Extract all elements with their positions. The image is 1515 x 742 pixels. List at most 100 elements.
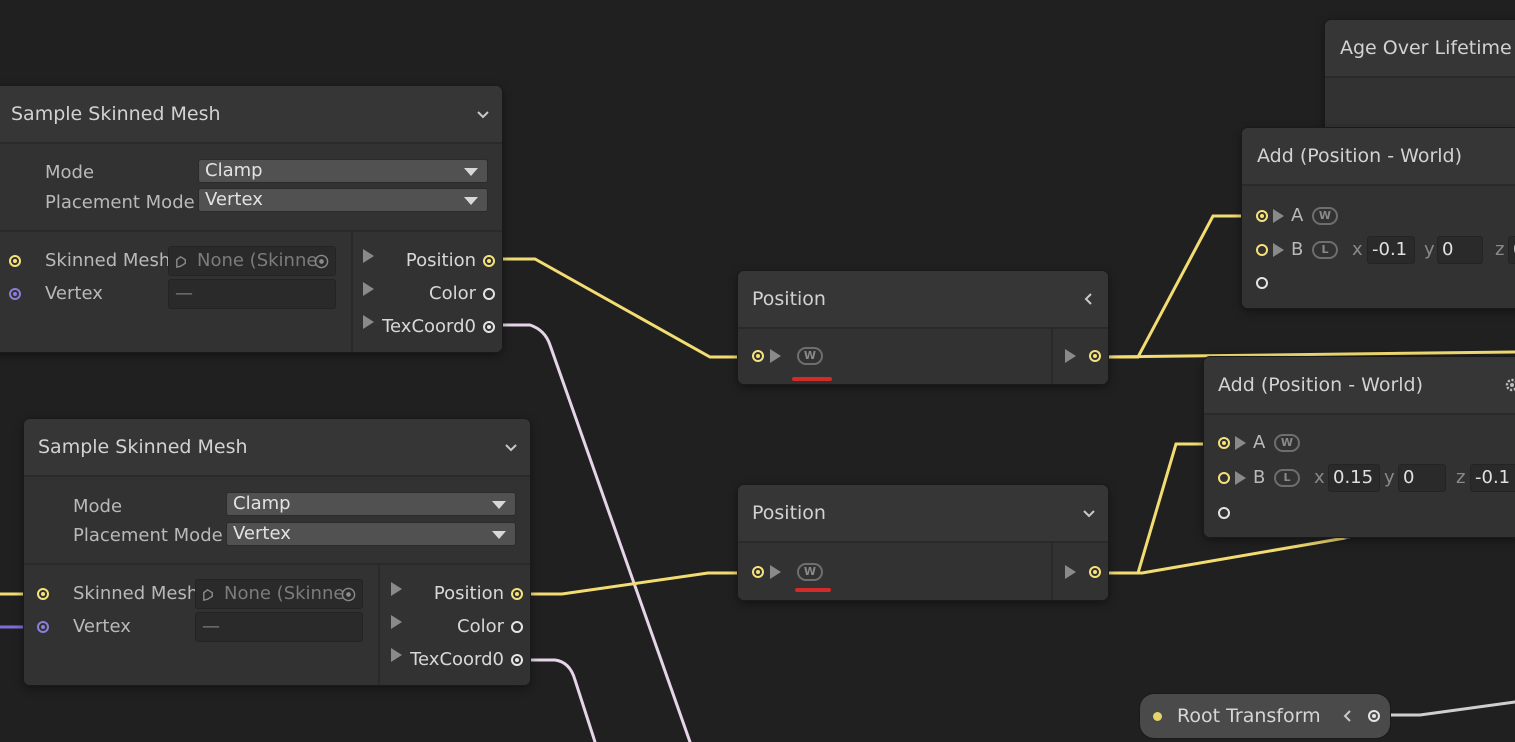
chevron-down-icon[interactable] [476, 107, 490, 121]
world-space-badge[interactable]: W [1312, 207, 1338, 225]
expand-arrow-icon[interactable] [391, 615, 402, 629]
wire-position-1 [493, 257, 754, 359]
texcoord-output-port[interactable] [511, 654, 523, 666]
skinned-mesh-icon [176, 255, 186, 269]
add-position-world-node-2[interactable]: Add (Position - World) A W B L x 0.15 y … [1204, 357, 1515, 537]
position-output-port[interactable] [1089, 566, 1101, 578]
expand-arrow-icon[interactable] [391, 582, 402, 596]
mode-dropdown[interactable]: Clamp [198, 159, 488, 183]
b-z-field[interactable]: 0 [1508, 236, 1515, 264]
placement-mode-dropdown[interactable]: Vertex [226, 522, 516, 546]
b-y-field[interactable]: 0 [1437, 236, 1483, 264]
root-transform-output-port[interactable] [1368, 710, 1380, 722]
b-x-field[interactable]: -0.1 [1367, 236, 1415, 264]
a-input-port[interactable] [1218, 437, 1230, 449]
chevron-left-icon[interactable] [1082, 292, 1096, 306]
expand-arrow-icon[interactable] [1065, 349, 1076, 363]
mode-label: Mode [73, 496, 123, 517]
b-z-field[interactable]: -0.1 [1470, 464, 1515, 492]
expand-arrow-icon[interactable] [1235, 471, 1246, 485]
wire-texcoord-2 [520, 658, 597, 742]
position-input-port[interactable] [752, 350, 764, 362]
chevron-down-icon[interactable] [504, 440, 518, 454]
skinned-mesh-value: None (Skinne [224, 583, 345, 604]
b-input-port[interactable] [1256, 244, 1268, 256]
y-label: y [1424, 239, 1435, 260]
node-header[interactable]: Add (Position - World) [1242, 128, 1515, 186]
skinned-mesh-input-port[interactable] [9, 255, 21, 267]
mode-label: Mode [45, 162, 95, 183]
position-output-port[interactable] [511, 588, 523, 600]
vertex-input-port[interactable] [9, 288, 21, 300]
node-header[interactable]: Position [738, 485, 1108, 543]
expand-arrow-icon[interactable] [1273, 209, 1284, 223]
b-y-value: 0 [1442, 239, 1454, 260]
texcoord-output-label: TexCoord0 [410, 649, 504, 670]
wire-root-transform [1378, 700, 1515, 717]
position-output-port[interactable] [483, 255, 495, 267]
sample-skinned-mesh-node-2[interactable]: Sample Skinned Mesh Mode Clamp Placement… [24, 419, 530, 685]
position-input-port[interactable] [752, 566, 764, 578]
a-input-port[interactable] [1256, 210, 1268, 222]
placement-mode-value: Vertex [205, 189, 263, 210]
b-label: B [1253, 467, 1266, 488]
object-picker-icon[interactable] [341, 587, 356, 602]
root-transform-node[interactable]: Root Transform [1140, 694, 1390, 738]
age-over-lifetime-node[interactable]: Age Over Lifetime [1325, 20, 1515, 132]
vertex-field[interactable]: — [168, 279, 336, 309]
position-output-port[interactable] [1089, 350, 1101, 362]
x-label: x [1352, 239, 1363, 260]
color-output-port[interactable] [483, 288, 495, 300]
node-ports: Skinned Mesh None (Skinne Vertex — Posit… [24, 565, 530, 685]
chevron-left-icon[interactable] [1341, 709, 1355, 723]
output-port[interactable] [1218, 507, 1230, 519]
expand-arrow-icon[interactable] [770, 565, 781, 579]
position-node-2[interactable]: Position W [738, 485, 1108, 600]
expand-arrow-icon[interactable] [391, 648, 402, 662]
gear-icon[interactable] [1504, 377, 1515, 393]
output-port[interactable] [1256, 277, 1268, 289]
node-header[interactable]: Sample Skinned Mesh [24, 419, 530, 477]
node-header[interactable]: Position [738, 271, 1108, 329]
add-position-world-node-1[interactable]: Add (Position - World) A W B L x -0.1 y … [1242, 128, 1515, 308]
world-space-badge[interactable]: W [797, 347, 823, 365]
sample-skinned-mesh-node-1[interactable]: Sample Skinned Mesh Mode Clamp Placement… [0, 86, 502, 352]
b-input-port[interactable] [1218, 472, 1230, 484]
local-space-badge[interactable]: L [1274, 469, 1300, 487]
skinned-mesh-input-port[interactable] [37, 588, 49, 600]
expand-arrow-icon[interactable] [1235, 436, 1246, 450]
node-body [1325, 78, 1515, 132]
object-picker-icon[interactable] [314, 254, 329, 269]
skinned-mesh-field[interactable]: None (Skinne [195, 579, 363, 609]
expand-arrow-icon[interactable] [770, 349, 781, 363]
color-output-port[interactable] [511, 621, 523, 633]
world-space-badge[interactable]: W [1274, 434, 1300, 452]
node-title: Position [752, 288, 826, 310]
skinned-mesh-field[interactable]: None (Skinne [168, 246, 336, 276]
node-header[interactable]: Sample Skinned Mesh [0, 86, 502, 144]
highlight-underline [792, 377, 832, 381]
b-y-field[interactable]: 0 [1398, 464, 1446, 492]
a-label: A [1253, 432, 1266, 453]
expand-arrow-icon[interactable] [363, 282, 374, 296]
mode-value: Clamp [233, 493, 291, 514]
node-header[interactable]: Age Over Lifetime [1325, 20, 1515, 78]
placement-mode-dropdown[interactable]: Vertex [198, 188, 488, 212]
port-divider [1051, 543, 1053, 600]
expand-arrow-icon[interactable] [1273, 243, 1284, 257]
expand-arrow-icon[interactable] [1065, 565, 1076, 579]
port-divider [1051, 329, 1053, 384]
chevron-down-icon[interactable] [1082, 506, 1096, 520]
b-x-field[interactable]: 0.15 [1328, 464, 1380, 492]
world-space-badge[interactable]: W [797, 563, 823, 581]
expand-arrow-icon[interactable] [363, 249, 374, 263]
expand-arrow-icon[interactable] [363, 315, 374, 329]
texcoord-output-port[interactable] [483, 321, 495, 333]
position-node-1[interactable]: Position W [738, 271, 1108, 384]
vertex-input-port[interactable] [37, 621, 49, 633]
placement-mode-label: Placement Mode [73, 525, 223, 546]
mode-dropdown[interactable]: Clamp [226, 492, 516, 516]
local-space-badge[interactable]: L [1312, 241, 1338, 259]
vertex-field[interactable]: — [195, 612, 363, 642]
node-header[interactable]: Add (Position - World) [1204, 357, 1515, 415]
